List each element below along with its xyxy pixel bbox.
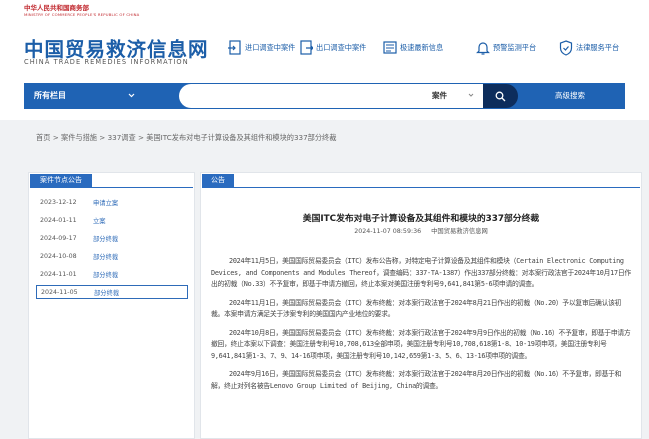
sidebar-item-date: 2024-10-08 xyxy=(40,252,77,260)
article-body: 2024年11月5日，美国国际贸易委员会（ITC）发布公告称，对特定电子计算设备… xyxy=(211,256,633,399)
sidebar-divider xyxy=(30,187,193,188)
nav-import-cases[interactable]: 进口调查中案件 xyxy=(228,40,295,56)
sidebar-item-label: 立案 xyxy=(93,217,106,225)
sidebar-item[interactable]: 2024-09-17 部分终裁 xyxy=(36,229,188,247)
notice-tab: 公告 xyxy=(202,174,234,187)
breadcrumb-sep: > xyxy=(99,133,108,142)
import-doc-icon xyxy=(228,40,241,55)
sidebar-list: 2023-12-12 申请立案 2024-01-11 立案 2024-09-17… xyxy=(36,193,188,299)
article-paragraph: 2024年10月8日，美国国际贸易委员会（ITC）发布终裁：对本案行政法官于20… xyxy=(211,328,631,360)
article-meta: 2024-11-07 08:59:36 中国贸易救济信息网 xyxy=(201,226,641,235)
all-columns-select[interactable]: 所有栏目 xyxy=(34,83,66,109)
sidebar-item-date: 2024-11-05 xyxy=(41,288,78,296)
chevron-down-icon[interactable] xyxy=(468,92,474,98)
sidebar-item-date: 2024-01-11 xyxy=(40,216,77,224)
article-paragraph: 2024年11月1日，美国国际贸易委员会（ITC）发布终裁：对本案行政法官于20… xyxy=(211,298,622,319)
sidebar-item[interactable]: 2024-10-08 部分终裁 xyxy=(36,247,188,265)
sidebar-item[interactable]: 2024-01-11 立案 xyxy=(36,211,188,229)
nav-warning-platform[interactable]: 预警监测平台 xyxy=(476,40,536,56)
sidebar-item-label: 部分终裁 xyxy=(93,235,119,243)
advanced-search-link[interactable]: 高级搜索 xyxy=(555,83,585,109)
breadcrumb-cases[interactable]: 案件与措施 xyxy=(61,133,97,142)
nav-latest-news[interactable]: 极速最新信息 xyxy=(383,40,443,56)
article-title: 美国ITC发布对电子计算设备及其组件和模块的337部分终裁 xyxy=(302,214,540,224)
ministry-name: 中华人民共和国商务部 xyxy=(24,4,89,12)
breadcrumb: 首页 > 案件与措施 > 337调查 > 美国ITC发布对电子计算设备及其组件和… xyxy=(36,133,336,143)
article-date: 2024-11-07 08:59:36 xyxy=(354,228,422,235)
nav-legal-label: 法律服务平台 xyxy=(576,43,620,52)
sidebar-title-tab: 案件节点公告 xyxy=(30,174,92,187)
sidebar-item-date: 2024-11-01 xyxy=(40,270,77,278)
export-doc-icon xyxy=(300,40,313,55)
bell-icon xyxy=(476,42,490,55)
breadcrumb-home[interactable]: 首页 xyxy=(36,133,50,142)
breadcrumb-337[interactable]: 337调查 xyxy=(108,133,136,142)
search-button[interactable] xyxy=(483,84,518,108)
nav-export-label: 出口调查中案件 xyxy=(316,43,367,52)
nav-news-label: 极速最新信息 xyxy=(400,43,444,52)
site-logo-en: CHINA TRADE REMEDIES INFORMATION xyxy=(24,58,189,66)
search-icon xyxy=(495,91,506,101)
nav-legal-platform[interactable]: 法律服务平台 xyxy=(559,40,619,56)
chevron-down-icon[interactable] xyxy=(128,92,135,99)
search-bar: 所有栏目 案件 高级搜索 xyxy=(24,83,625,109)
sidebar-item-label: 部分终裁 xyxy=(93,271,119,279)
sidebar-item[interactable]: 2023-12-12 申请立案 xyxy=(36,193,188,211)
nav-import-label: 进口调查中案件 xyxy=(245,43,296,52)
article-paragraph: 2024年11月5日，美国国际贸易委员会（ITC）发布公告称，对特定电子计算设备… xyxy=(211,257,631,288)
article-divider xyxy=(202,187,640,188)
search-type-select[interactable]: 案件 xyxy=(432,84,447,108)
nav-export-cases[interactable]: 出口调查中案件 xyxy=(299,40,366,56)
breadcrumb-current: 美国ITC发布对电子计算设备及其组件和模块的337部分终裁 xyxy=(146,133,337,142)
article-source: 中国贸易救济信息网 xyxy=(431,228,488,235)
ministry-en: MINISTRY OF COMMERCE PEOPLE'S REPUBLIC O… xyxy=(24,12,140,17)
sidebar-item-date: 2024-09-17 xyxy=(40,234,77,242)
nav-warning-label: 预警监测平台 xyxy=(493,43,537,52)
sidebar-item[interactable]: 2024-11-01 部分终裁 xyxy=(36,265,188,283)
sidebar-item-date: 2023-12-12 xyxy=(40,198,77,206)
sidebar-item-label: 部分终裁 xyxy=(93,253,119,261)
news-icon xyxy=(383,41,397,54)
shield-icon xyxy=(559,40,573,56)
sidebar-item-active[interactable]: 2024-11-05 部分终裁 xyxy=(36,285,188,299)
sidebar-item-label: 部分终裁 xyxy=(94,289,120,297)
article-panel: 公告 美国ITC发布对电子计算设备及其组件和模块的337部分终裁 2024-11… xyxy=(200,172,642,439)
breadcrumb-sep: > xyxy=(52,133,61,142)
article-paragraph: 2024年9月16日，美国国际贸易委员会（ITC）发布终裁：对本案行政法官于20… xyxy=(211,370,622,390)
case-node-sidebar: 案件节点公告 2023-12-12 申请立案 2024-01-11 立案 202… xyxy=(28,172,195,439)
sidebar-item-label: 申请立案 xyxy=(93,199,119,207)
